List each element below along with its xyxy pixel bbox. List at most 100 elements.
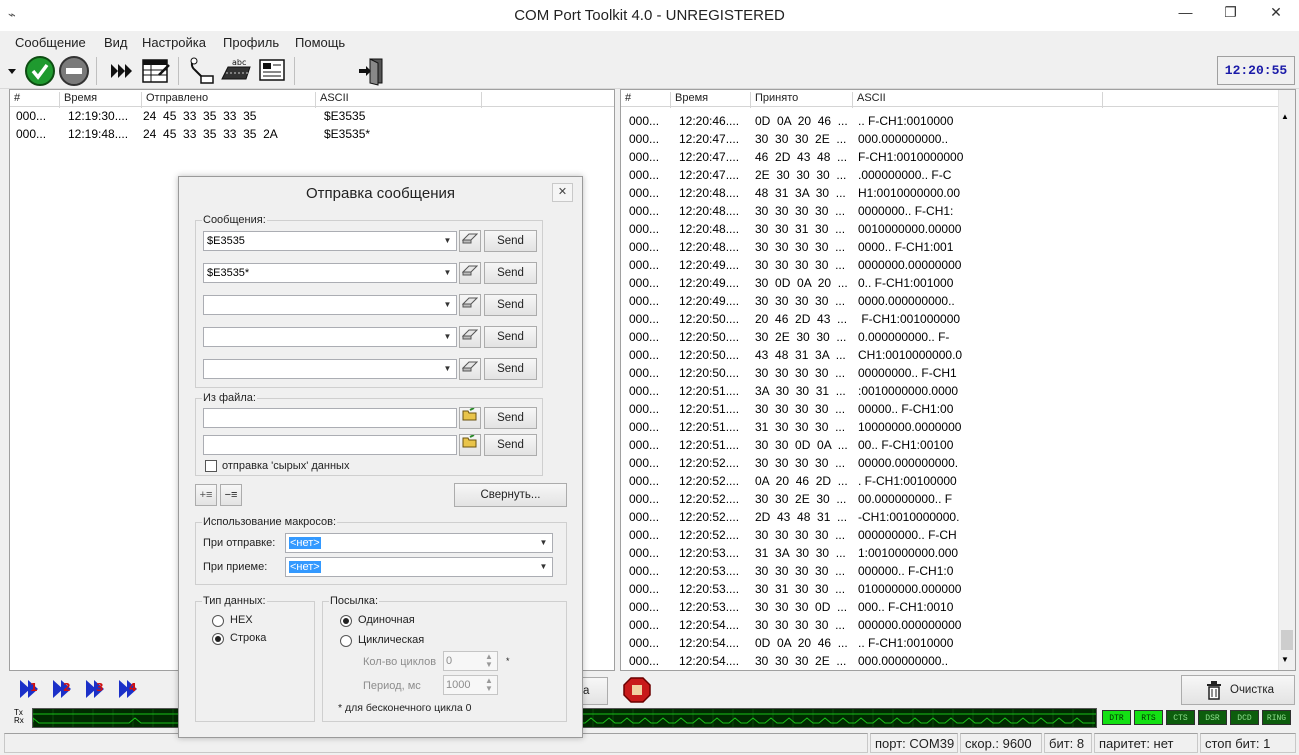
col-num[interactable]: # (621, 92, 671, 108)
chevron-down-icon[interactable]: ▼ (440, 329, 455, 345)
table-row[interactable]: 000... 12:20:51.... 30 30 30 30 ... 00000..… (621, 400, 1279, 418)
menu-help[interactable]: Помощь (295, 35, 345, 50)
stop-icon[interactable] (622, 676, 652, 707)
connect-check-icon[interactable] (24, 55, 56, 87)
macro-1-icon[interactable]: 1 (18, 677, 44, 704)
table-row[interactable]: 000... 12:20:46.... 0D 0A 20 46 ... .. F-CH… (621, 112, 1279, 130)
table-row[interactable]: 000... 12:20:48.... 30 30 31 30 ... 0010000… (621, 220, 1279, 238)
col-time[interactable]: Время (671, 92, 751, 108)
table-row[interactable]: 000... 12:20:49.... 30 30 30 30 ... 0000.00… (621, 292, 1279, 310)
table-row[interactable]: 000... 12:20:49.... 30 0D 0A 20 ... 0.. F-C… (621, 274, 1279, 292)
menu-view[interactable]: Вид (104, 35, 128, 50)
macro-3-icon[interactable]: 3 (84, 677, 110, 704)
col-ascii[interactable]: ASCII (853, 92, 1103, 108)
scroll-down-icon[interactable]: ▼ (1281, 655, 1289, 664)
table-row[interactable]: 000... 12:19:30.... 24 45 33 35 33 35 $E353… (10, 107, 614, 125)
add-message-icon[interactable]: +≡ (195, 484, 217, 506)
table-row[interactable]: 000... 12:20:52.... 0A 20 46 2D ... . F-CH1… (621, 472, 1279, 490)
table-row[interactable]: 000... 12:20:50.... 30 2E 30 30 ... 0.00000… (621, 328, 1279, 346)
scroll-up-icon[interactable]: ▲ (1281, 112, 1289, 121)
table-row[interactable]: 000... 12:20:50.... 43 48 31 3A ... CH1:001… (621, 346, 1279, 364)
chevron-down-icon[interactable]: ▼ (440, 361, 455, 377)
send-button-4[interactable]: Send (484, 326, 537, 348)
terminal-icon[interactable] (256, 55, 288, 87)
table-row[interactable]: 000... 12:20:51.... 31 30 30 30 ... 1000000… (621, 418, 1279, 436)
table-row[interactable]: 000... 12:20:53.... 30 30 30 0D ... 000.. F… (621, 598, 1279, 616)
table-row[interactable]: 000... 12:20:53.... 31 3A 30 30 ... 1:00100… (621, 544, 1279, 562)
table-row[interactable]: 000... 12:20:48.... 48 31 3A 30 ... H1:0010… (621, 184, 1279, 202)
table-row[interactable]: 000... 12:20:48.... 30 30 30 30 ... 0000000… (621, 202, 1279, 220)
table-row[interactable]: 000... 12:20:52.... 30 30 2E 30 ... 00.0000… (621, 490, 1279, 508)
message-input-1[interactable]: $E3535 ▼ (203, 231, 457, 251)
eraser-icon[interactable] (459, 230, 481, 252)
collapse-button[interactable]: Свернуть... (454, 483, 567, 507)
send-file-button-1[interactable]: Send (484, 407, 537, 429)
cyclic-radio[interactable] (340, 635, 352, 647)
chevron-down-icon[interactable]: ▼ (440, 297, 455, 313)
recv-scrollbar[interactable]: ▲ ▼ (1278, 90, 1295, 670)
file-path-1[interactable] (203, 408, 457, 428)
macro-2-icon[interactable]: 2 (51, 677, 77, 704)
table-edit-icon[interactable] (140, 55, 172, 87)
raw-data-checkbox[interactable] (205, 460, 217, 472)
dialog-close-button[interactable]: ✕ (552, 183, 573, 202)
table-row[interactable]: 000... 12:20:54.... 30 30 30 30 ... 000000.… (621, 616, 1279, 634)
minimize-button[interactable]: — (1163, 0, 1208, 25)
chevron-down-icon[interactable]: ▼ (536, 535, 551, 551)
exit-icon[interactable] (355, 55, 387, 87)
table-row[interactable]: 000... 12:20:53.... 30 31 30 30 ... 0100000… (621, 580, 1279, 598)
close-button[interactable]: ✕ (1253, 0, 1299, 25)
spin-arrows-icon[interactable]: ▲ ▼ (482, 677, 496, 693)
fast-forward-icon[interactable] (106, 55, 138, 87)
send-button-5[interactable]: Send (484, 358, 537, 380)
cycles-input[interactable]: 0 ▲ ▼ (443, 651, 498, 671)
message-input-3[interactable]: ▼ (203, 295, 457, 315)
file-path-2[interactable] (203, 435, 457, 455)
keyboard-icon[interactable]: abc (220, 55, 252, 87)
table-row[interactable]: 000... 12:19:48.... 24 45 33 35 33 35 2A $E… (10, 125, 614, 143)
on-send-select[interactable]: <нет> ▼ (285, 533, 553, 553)
table-row[interactable]: 000... 12:20:54.... 0D 0A 20 46 ... .. F-CH… (621, 634, 1279, 652)
chevron-down-icon[interactable]: ▼ (440, 233, 455, 249)
table-row[interactable]: 000... 12:20:53.... 30 30 30 30 ... 000000.… (621, 562, 1279, 580)
eraser-icon[interactable] (459, 326, 481, 348)
menu-settings[interactable]: Настройка (142, 35, 206, 50)
table-row[interactable]: 000... 12:20:50.... 20 46 2D 43 ... F-CH1:… (621, 310, 1279, 328)
message-input-2[interactable]: $E3535* ▼ (203, 263, 457, 283)
table-row[interactable]: 000... 12:20:52.... 30 30 30 30 ... 00000.0… (621, 454, 1279, 472)
table-row[interactable]: 000... 12:20:47.... 46 2D 43 48 ... F-CH1:0… (621, 148, 1279, 166)
chevron-down-icon[interactable]: ▼ (440, 265, 455, 281)
table-row[interactable]: 000... 12:20:50.... 30 30 30 30 ... 0000000… (621, 364, 1279, 382)
clear-button[interactable]: Очистка (1181, 675, 1295, 705)
menu-message[interactable]: Сообщение (15, 35, 86, 50)
on-recv-select[interactable]: <нет> ▼ (285, 557, 553, 577)
macro-4-icon[interactable]: 4 (117, 677, 143, 704)
send-button-1[interactable]: Send (484, 230, 537, 252)
single-radio[interactable] (340, 615, 352, 627)
scroll-thumb[interactable] (1281, 630, 1293, 650)
table-row[interactable]: 000... 12:20:51.... 3A 30 30 31 ...:001000… (621, 382, 1279, 400)
eraser-icon[interactable] (459, 358, 481, 380)
table-row[interactable]: 000... 12:20:54.... 30 30 30 2E ... 000.000… (621, 652, 1279, 670)
menu-profile[interactable]: Профиль (223, 35, 279, 50)
table-row[interactable]: 000... 12:20:48.... 30 30 30 30 ... 0000.. … (621, 238, 1279, 256)
string-radio[interactable] (212, 633, 224, 645)
chevron-down-icon[interactable]: ▼ (536, 559, 551, 575)
table-row[interactable]: 000... 12:20:47.... 2E 30 30 30 ... .000000… (621, 166, 1279, 184)
table-row[interactable]: 000... 12:20:51.... 30 30 0D 0A ... 00.. F-… (621, 436, 1279, 454)
send-button-2[interactable]: Send (484, 262, 537, 284)
disconnect-icon[interactable] (58, 55, 90, 87)
open-folder-icon[interactable] (459, 407, 481, 429)
spin-arrows-icon[interactable]: ▲ ▼ (482, 653, 496, 669)
message-input-5[interactable]: ▼ (203, 359, 457, 379)
col-sent[interactable]: Отправлено (142, 92, 316, 108)
send-button-3[interactable]: Send (484, 294, 537, 316)
col-ascii[interactable]: ASCII (316, 92, 482, 108)
period-input[interactable]: 1000 ▲ ▼ (443, 675, 498, 695)
eraser-icon[interactable] (459, 262, 481, 284)
table-row[interactable]: 000... 12:20:52.... 2D 43 48 31 ... -CH1:00… (621, 508, 1279, 526)
table-row[interactable]: 000... 12:20:47.... 30 30 30 2E ... 000.000… (621, 130, 1279, 148)
port-settings-icon[interactable] (186, 55, 218, 87)
recv-panel[interactable]: # Время Принято ASCII 000... 12:20:46....… (620, 89, 1296, 671)
open-folder-icon[interactable] (459, 434, 481, 456)
